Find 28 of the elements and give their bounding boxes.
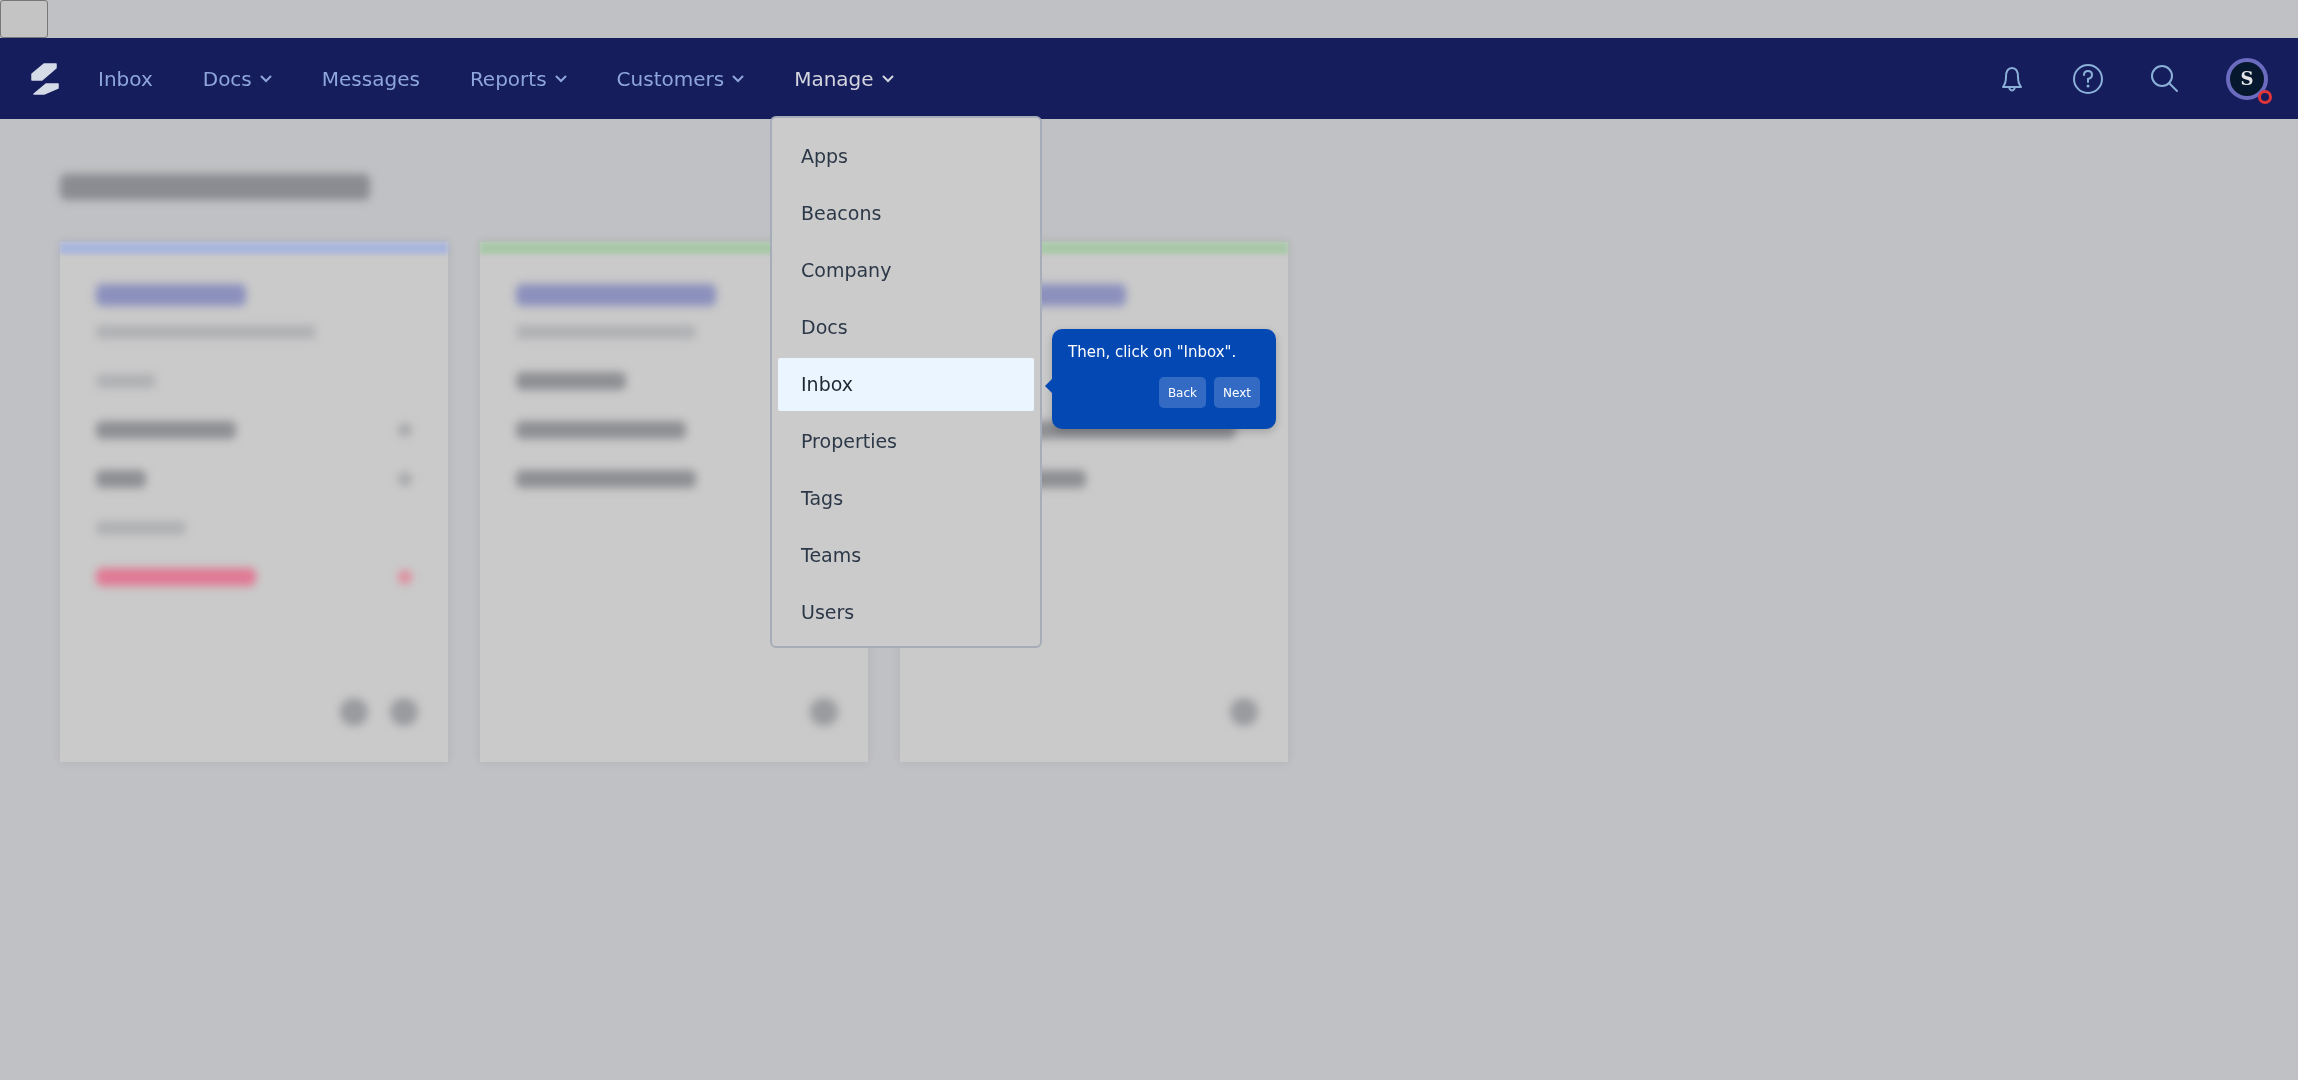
menu-item[interactable]: Beacons: [778, 187, 1034, 240]
menu-item[interactable]: Teams: [778, 529, 1034, 582]
blurred-icon: [390, 698, 418, 726]
blurred-icon: [810, 698, 838, 726]
blurred-icon: [1230, 698, 1258, 726]
blank-button[interactable]: [0, 0, 48, 38]
menu-item[interactable]: Tags: [778, 472, 1034, 525]
menu-item[interactable]: Company: [778, 244, 1034, 297]
nav-link[interactable]: Messages: [321, 66, 420, 91]
menu-item[interactable]: Apps: [778, 130, 1034, 183]
menu-item[interactable]: Inbox: [778, 358, 1034, 411]
nav-link[interactable]: Docs: [202, 66, 272, 91]
blurred-count: [398, 570, 412, 584]
nav-link[interactable]: Manage: [794, 66, 894, 91]
blurred-icon: [340, 698, 368, 726]
blurred-text: [96, 470, 146, 488]
nav-link[interactable]: Customers: [616, 66, 745, 91]
logo-icon[interactable]: [30, 61, 60, 96]
tour-button[interactable]: Next: [1214, 377, 1260, 408]
help-icon[interactable]: [2072, 62, 2104, 95]
tooltip-text: Then, click on "Inbox".: [1068, 343, 1238, 361]
nav-link[interactable]: Inbox: [98, 66, 153, 91]
menu-item[interactable]: Users: [778, 586, 1034, 639]
nav-link[interactable]: Reports: [469, 66, 567, 91]
menu-item[interactable]: Docs: [778, 301, 1034, 354]
search-icon[interactable]: [2150, 63, 2180, 94]
menu-item[interactable]: Properties: [778, 415, 1034, 468]
tour-button[interactable]: Back: [1158, 377, 1207, 408]
